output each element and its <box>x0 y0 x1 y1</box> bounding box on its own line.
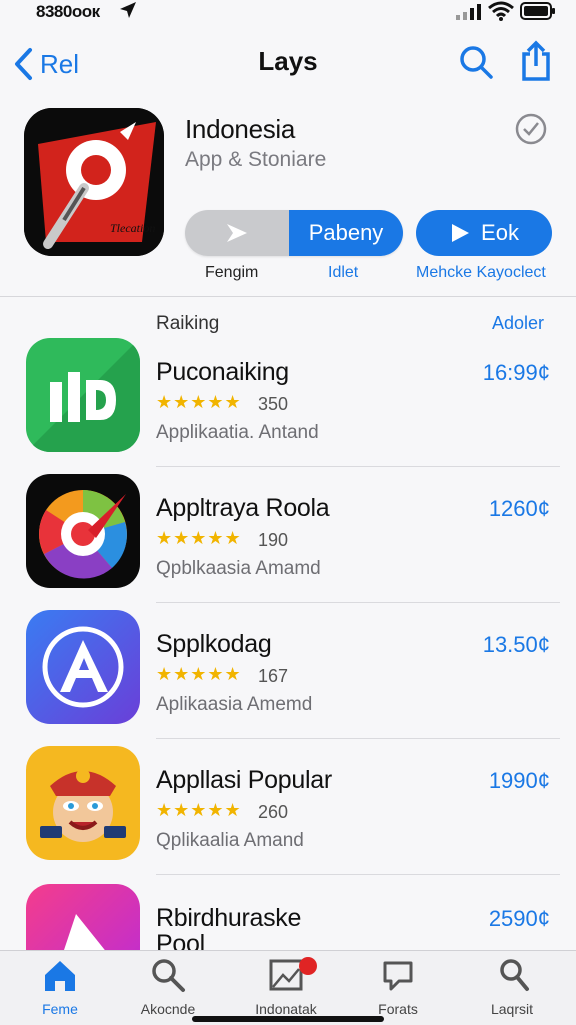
status-bar: 8380ooк <box>0 0 576 26</box>
search-icon[interactable] <box>458 44 494 80</box>
tab-profile[interactable]: Laqrsit <box>462 957 562 1021</box>
featured-app-icon[interactable]: Tlecation <box>24 108 164 256</box>
home-icon <box>45 961 75 991</box>
app-category: Qplikaalia Amand <box>156 830 304 851</box>
tab-search[interactable]: Akocnde <box>118 957 218 1021</box>
app-icon <box>26 884 140 950</box>
star-rating: ★★★★★ <box>156 528 242 548</box>
play-icon <box>227 224 247 242</box>
app-price[interactable]: 16:99¢ <box>470 360 550 386</box>
svg-text:Tlecation: Tlecation <box>110 221 155 235</box>
app-price[interactable]: 13.50¢ <box>470 632 550 658</box>
app-subname: Pool <box>156 930 205 950</box>
nav-bar: Rel Lays <box>0 36 576 92</box>
app-icon <box>26 746 140 860</box>
list-item[interactable]: Puconaiking ★★★★★ 350 Applikaatia. Antan… <box>0 338 576 474</box>
star-rating: ★★★★★ <box>156 392 242 412</box>
app-price[interactable]: 1260¢ <box>470 496 550 522</box>
tab-label: Akocnde <box>140 1001 196 1017</box>
featured-app-name: Indonesia <box>185 114 296 144</box>
app-price[interactable]: 2590¢ <box>470 906 550 932</box>
list-item[interactable]: Rbirdhuraske Pool 2590¢ <box>0 884 576 950</box>
divider <box>156 466 560 467</box>
section-title: Raiking <box>156 313 220 334</box>
tab-label: Feme <box>42 1001 78 1017</box>
list-item[interactable]: Spplkodag ★★★★★ 167 Aplikaasia Amemd 13.… <box>0 610 576 746</box>
see-all-link[interactable]: Adoler <box>492 313 544 334</box>
app-icon <box>26 474 140 588</box>
featured-label-2[interactable]: Idlet <box>328 264 358 282</box>
check-badge-icon[interactable] <box>514 112 548 146</box>
get-button[interactable]: Eok <box>416 210 552 256</box>
rating-count: 167 <box>258 666 289 686</box>
app-name: Appltraya Roola <box>156 494 330 522</box>
app-name: Puconaiking <box>156 358 289 386</box>
status-time: 8380ooк <box>36 2 100 21</box>
app-category: Qpblkaasia Amamd <box>156 558 321 579</box>
star-rating: ★★★★★ <box>156 664 242 684</box>
chat-icon <box>383 961 413 991</box>
signal-icon <box>456 4 481 20</box>
tab-chat[interactable]: Forats <box>348 957 448 1021</box>
app-icon <box>26 610 140 724</box>
rating-count: 260 <box>258 802 289 822</box>
app-price[interactable]: 1990¢ <box>470 768 550 794</box>
tab-home[interactable]: Feme <box>10 957 110 1021</box>
segment-right-button[interactable]: Pabeny <box>289 210 403 256</box>
notification-badge <box>299 957 317 975</box>
featured-label-1: Fengim <box>205 264 259 281</box>
featured-app-subtitle: App & Stoniare <box>185 148 327 171</box>
app-name: Spplkodag <box>156 630 272 658</box>
list-item[interactable]: Appltraya Roola ★★★★★ 190 Qpblkaasia Ama… <box>0 474 576 610</box>
list-item[interactable]: Appllasi Popular ★★★★★ 260 Qplikaalia Am… <box>0 746 576 882</box>
get-button-label: Eok <box>481 220 519 245</box>
play-icon <box>452 224 470 242</box>
app-category: Aplikaasia Amemd <box>156 694 313 715</box>
rating-count: 190 <box>258 530 289 550</box>
share-icon[interactable] <box>518 40 554 82</box>
tab-gallery[interactable]: Indonatak <box>236 957 336 1021</box>
home-indicator <box>192 1016 384 1022</box>
tab-label: Indonatak <box>255 1001 317 1017</box>
segment-play-button[interactable] <box>185 210 289 256</box>
divider <box>156 874 560 875</box>
star-rating: ★★★★★ <box>156 800 242 820</box>
app-category: Applikaatia. Antand <box>156 422 319 443</box>
battery-icon <box>520 2 555 20</box>
tab-label: Forats <box>378 1001 418 1017</box>
featured-label-3[interactable]: Mehcke Kayoclect <box>416 264 546 282</box>
profile-search-icon <box>500 959 529 991</box>
tab-bar: Feme Akocnde Indonatak Forats Laqrsit <box>0 950 576 1025</box>
app-icon <box>26 338 140 452</box>
location-icon <box>120 2 136 18</box>
app-name: Appllasi Popular <box>156 766 332 794</box>
rating-count: 350 <box>258 394 289 414</box>
divider <box>156 602 560 603</box>
divider <box>156 738 560 739</box>
segmented-control: Pabeny <box>185 210 403 256</box>
app-name: Rbirdhuraske <box>156 904 302 932</box>
wifi-icon <box>488 1 514 21</box>
search-icon <box>152 959 185 992</box>
divider <box>0 296 576 297</box>
tab-label: Laqrsit <box>490 1001 534 1017</box>
